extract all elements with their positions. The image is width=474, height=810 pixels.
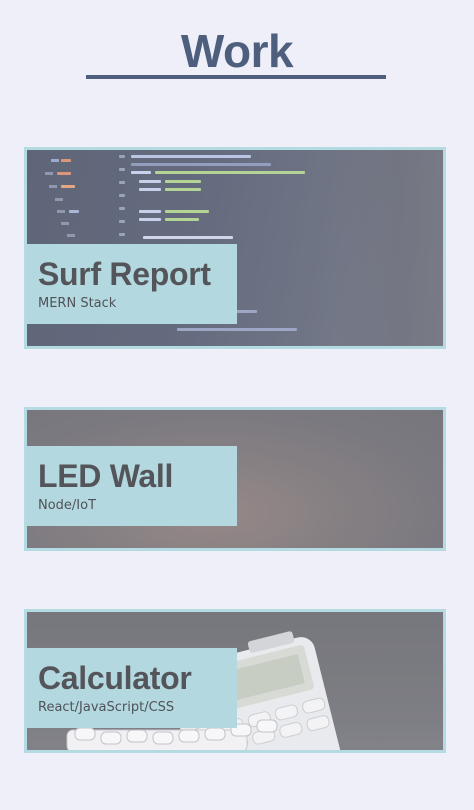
project-title: Calculator	[38, 660, 192, 696]
project-caption: LED Wall Node/IoT	[27, 446, 237, 526]
title-underline	[86, 75, 386, 79]
project-card-calculator[interactable]: Calculator React/JavaScript/CSS	[24, 609, 446, 753]
project-tech: Node/IoT	[38, 498, 97, 513]
project-caption: Surf Report MERN Stack	[27, 244, 237, 324]
project-caption: Calculator React/JavaScript/CSS	[27, 648, 237, 728]
page-title: Work	[180, 25, 294, 77]
header: Work	[0, 0, 474, 90]
project-title: LED Wall	[38, 458, 174, 494]
project-card-led-wall[interactable]: LED Wall Node/IoT	[24, 407, 446, 551]
project-tech: React/JavaScript/CSS	[38, 700, 175, 715]
project-tech: MERN Stack	[38, 296, 117, 311]
project-card-surf-report[interactable]: Surf Report MERN Stack	[24, 147, 446, 349]
project-title: Surf Report	[38, 256, 211, 292]
